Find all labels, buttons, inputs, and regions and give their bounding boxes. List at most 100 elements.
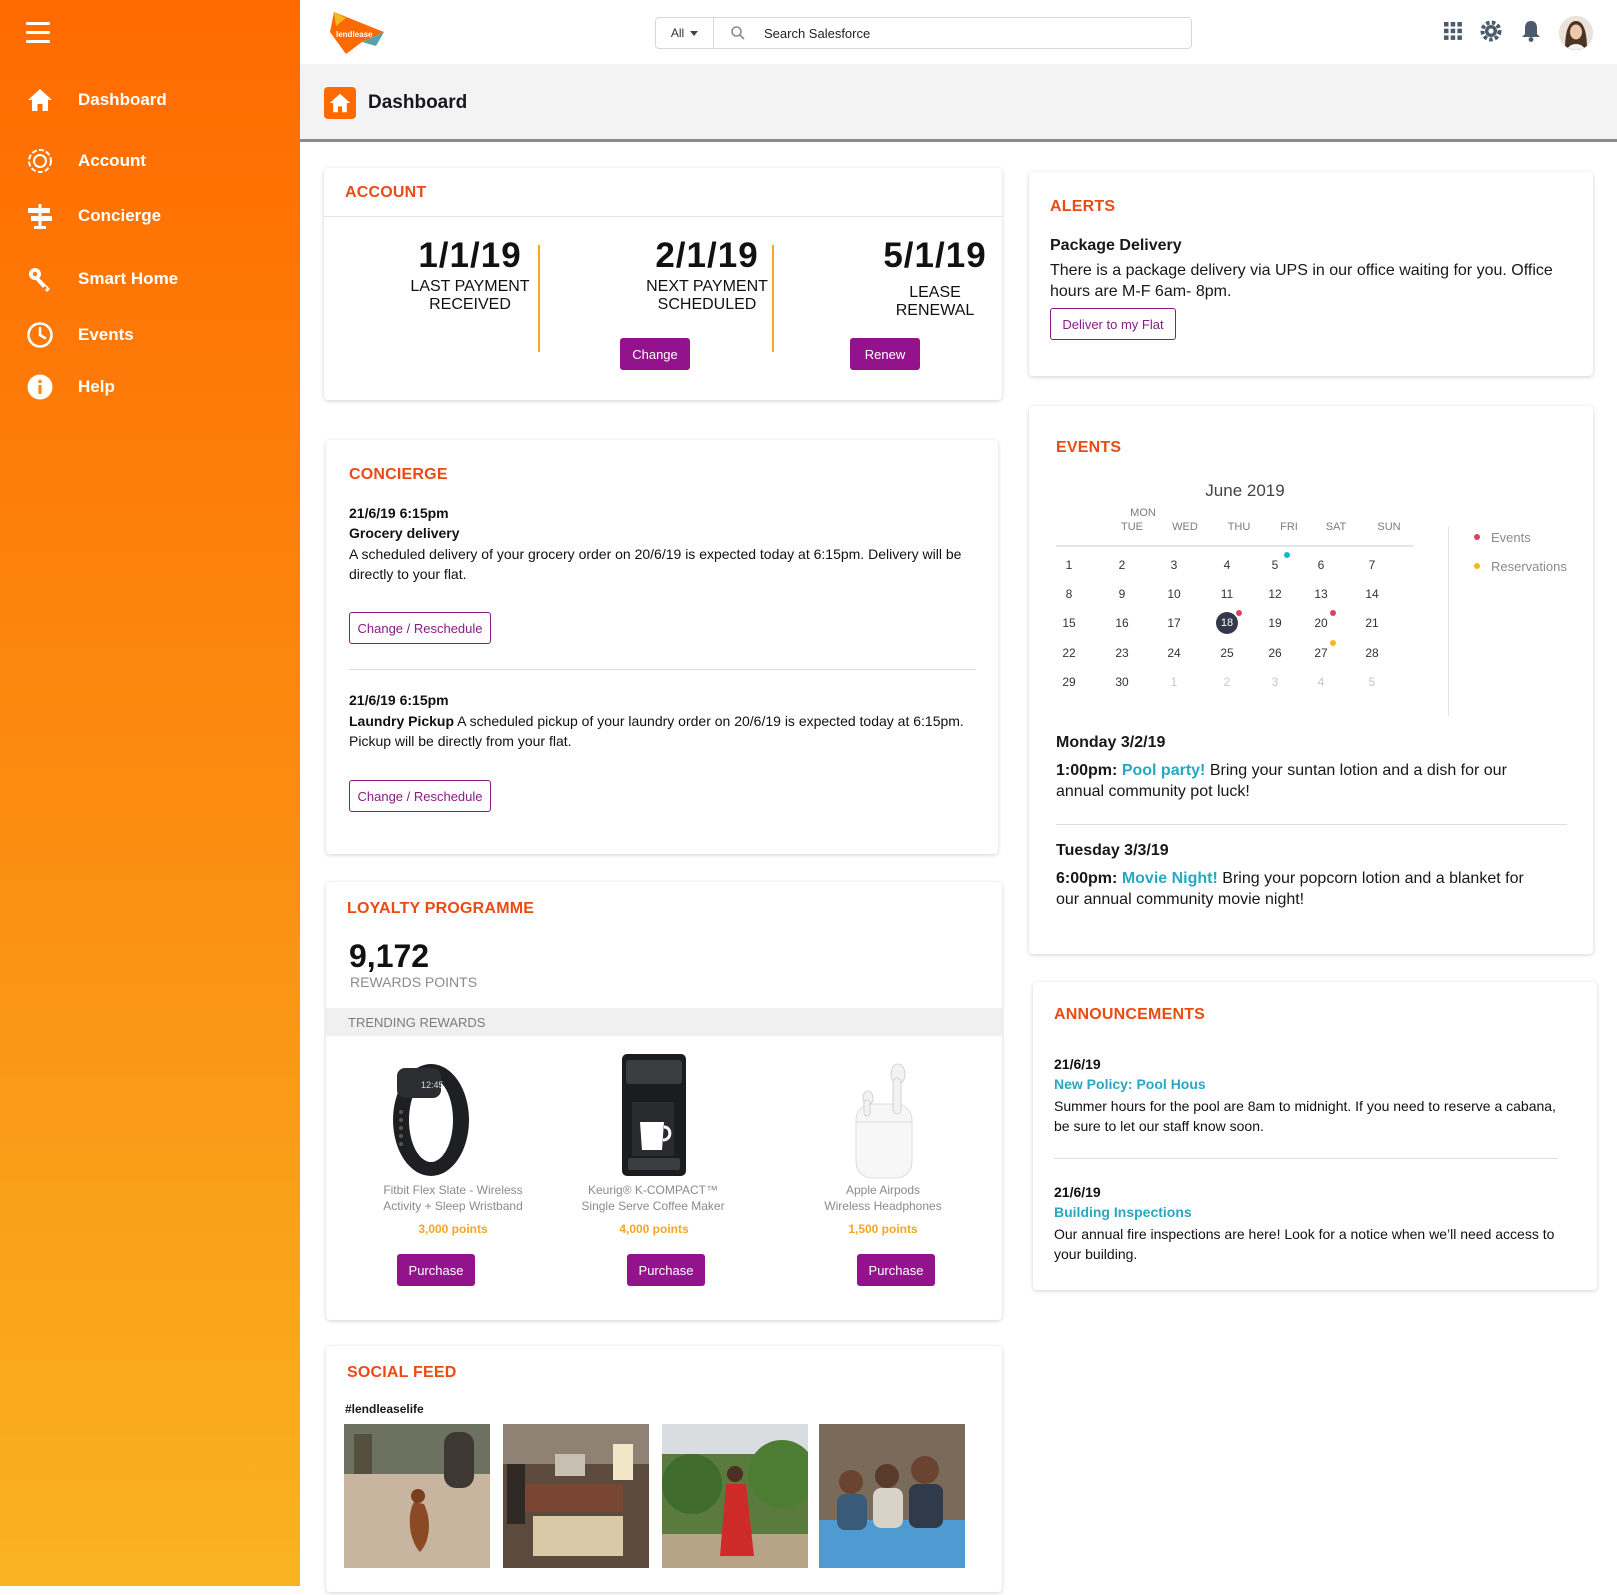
calendar-day[interactable]: 5 (1354, 675, 1390, 689)
search-input[interactable] (762, 24, 1191, 42)
calendar-day[interactable]: 27 (1303, 646, 1339, 660)
calendar-day[interactable]: 28 (1354, 646, 1390, 660)
calendar-day[interactable]: 30 (1104, 675, 1140, 689)
lease-renewal-block: 5/1/19 LEASE RENEWAL (840, 236, 1030, 320)
social-hashtag[interactable]: #lendleaselife (345, 1402, 424, 1416)
rewards-points-label: REWARDS POINTS (350, 974, 478, 990)
calendar-day[interactable]: 7 (1354, 558, 1390, 572)
calendar-day[interactable]: 2 (1104, 558, 1140, 572)
calendar-event-dot (1330, 640, 1336, 646)
reward-points: 4,000 points (619, 1222, 689, 1236)
calendar-day[interactable]: 19 (1257, 616, 1293, 630)
user-avatar[interactable] (1559, 16, 1593, 50)
calendar-weekday: FRI (1280, 521, 1298, 533)
app-launcher-icon[interactable] (1443, 21, 1463, 46)
calendar-day[interactable]: 17 (1156, 616, 1192, 630)
calendar-day[interactable]: 13 (1303, 587, 1339, 601)
calendar-day[interactable]: 25 (1209, 646, 1245, 660)
calendar-day[interactable]: 24 (1156, 646, 1192, 660)
calendar-day[interactable]: 4 (1303, 675, 1339, 689)
reward-name: Keurig® K-COMPACT™ Single Serve Coffee M… (581, 1183, 725, 1213)
event-time: 6:00pm: (1056, 870, 1118, 887)
sidebar-item-events[interactable]: Events (26, 321, 134, 349)
calendar-day[interactable]: 4 (1209, 558, 1245, 572)
account-title: ACCOUNT (345, 184, 427, 201)
calendar-day[interactable]: 26 (1257, 646, 1293, 660)
purchase-button[interactable]: Purchase (397, 1254, 475, 1286)
calendar-weekday: WED (1172, 521, 1198, 533)
change-payment-button[interactable]: Change (620, 338, 690, 370)
concierge-item-time: 21/6/19 6:15pm (349, 505, 449, 521)
key-icon (26, 265, 54, 293)
lease-renewal-label: LEASE RENEWAL (895, 284, 975, 319)
sidebar-item-dashboard[interactable]: Dashboard (26, 86, 167, 114)
divider (772, 245, 774, 352)
reward-name: Fitbit Flex Slate - Wireless Activity + … (383, 1183, 523, 1213)
calendar-day[interactable]: 2 (1209, 675, 1245, 689)
social-photo[interactable] (819, 1424, 965, 1568)
calendar-day[interactable]: 10 (1156, 587, 1192, 601)
search-scope-dropdown[interactable]: All (656, 18, 714, 48)
calendar-weekday: THU (1227, 521, 1251, 533)
notification-bell-icon[interactable] (1519, 19, 1543, 48)
purchase-button[interactable]: Purchase (627, 1254, 705, 1286)
svg-text:12:45: 12:45 (421, 1080, 444, 1090)
calendar-day[interactable]: 16 (1104, 616, 1140, 630)
social-photo[interactable] (503, 1424, 649, 1568)
change-reschedule-button[interactable]: Change / Reschedule (349, 612, 491, 644)
social-photo[interactable] (662, 1424, 808, 1568)
trending-rewards-label: TRENDING REWARDS (348, 1015, 486, 1030)
sidebar-item-smart-home[interactable]: Smart Home (26, 265, 178, 293)
calendar-day[interactable]: 3 (1156, 558, 1192, 572)
announcement-date: 21/6/19 (1054, 1184, 1101, 1200)
calendar-day[interactable]: 23 (1104, 646, 1140, 660)
last-payment-label: LAST PAYMENT RECEIVED (410, 278, 530, 313)
sidebar-item-label: Account (78, 151, 146, 170)
calendar-day[interactable]: 8 (1051, 587, 1087, 601)
calendar-day[interactable]: 9 (1104, 587, 1140, 601)
calendar-day-today[interactable]: 18 (1216, 612, 1238, 634)
header-utility-icons (1443, 16, 1593, 50)
calendar-day[interactable]: 1 (1051, 558, 1087, 572)
calendar-day[interactable]: 14 (1354, 587, 1390, 601)
purchase-button[interactable]: Purchase (857, 1254, 935, 1286)
announcement-link[interactable]: Building Inspections (1054, 1204, 1192, 1220)
lendlease-logo[interactable]: lendlease (324, 6, 390, 54)
home-icon (324, 87, 356, 119)
event-date: Monday 3/2/19 (1056, 734, 1166, 751)
event-time: 1:00pm: (1056, 762, 1118, 779)
calendar-day[interactable]: 29 (1051, 675, 1087, 689)
concierge-title: CONCIERGE (349, 466, 448, 483)
reward-points: 3,000 points (418, 1222, 488, 1236)
event-link[interactable]: Movie Night! (1122, 870, 1218, 887)
event-link[interactable]: Pool party! (1122, 762, 1206, 779)
announcement-body: Our annual fire inspections are here! Lo… (1054, 1226, 1555, 1262)
menu-icon[interactable] (26, 22, 50, 43)
calendar-day[interactable]: 20 (1303, 616, 1339, 630)
sidebar-item-concierge[interactable]: Concierge (26, 202, 161, 230)
account-card: ACCOUNT 1/1/19 LAST PAYMENT RECEIVED 2/1… (324, 168, 1002, 400)
sidebar-item-label: Concierge (78, 206, 162, 225)
calendar-day[interactable]: 15 (1051, 616, 1087, 630)
calendar-weekday: TUE (1121, 521, 1143, 533)
calendar-day[interactable]: 3 (1257, 675, 1293, 689)
fitbit-image: 12:45 (381, 1054, 477, 1183)
change-reschedule-button[interactable]: Change / Reschedule (349, 780, 491, 812)
calendar-day[interactable]: 1 (1156, 675, 1192, 689)
calendar-day[interactable]: 5 (1257, 558, 1293, 572)
calendar-day[interactable]: 12 (1257, 587, 1293, 601)
calendar-day[interactable]: 11 (1209, 587, 1245, 601)
calendar-day[interactable]: 22 (1051, 646, 1087, 660)
sidebar-item-account[interactable]: Account (26, 147, 146, 175)
renew-lease-button[interactable]: Renew (850, 338, 920, 370)
settings-icon[interactable] (1479, 19, 1503, 48)
alert-heading: Package Delivery (1050, 237, 1182, 254)
divider (349, 669, 976, 670)
calendar-day[interactable]: 21 (1354, 616, 1390, 630)
announcement-link[interactable]: New Policy: Pool Hous (1054, 1076, 1206, 1092)
social-photo[interactable] (344, 1424, 490, 1568)
sidebar-item-help[interactable]: Help (26, 373, 115, 401)
deliver-to-my-flat-button[interactable]: Deliver to my Flat (1050, 308, 1176, 340)
announcement-date: 21/6/19 (1054, 1056, 1101, 1072)
calendar-day[interactable]: 6 (1303, 558, 1339, 572)
